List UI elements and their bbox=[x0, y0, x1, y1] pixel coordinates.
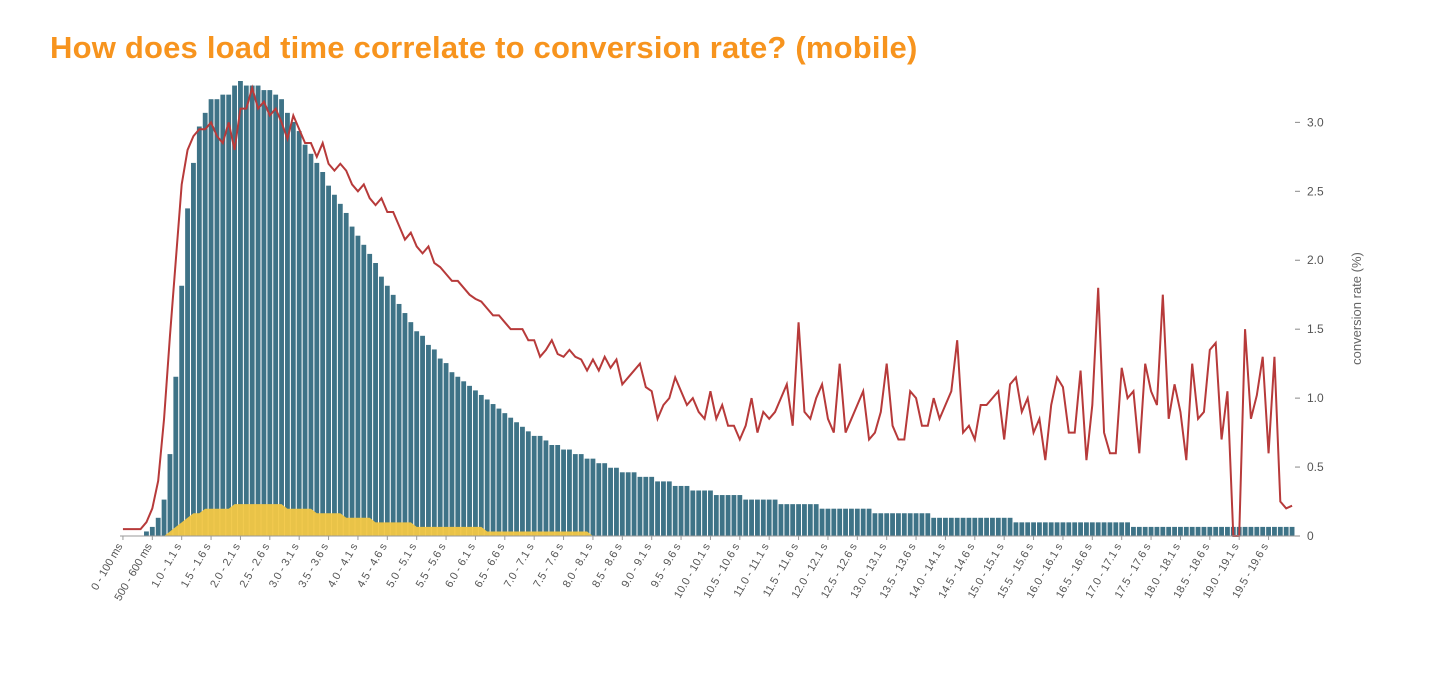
x-axis: 0 - 100 ms500 - 600 ms1.0 - 1.1 s1.5 - 1… bbox=[89, 536, 1271, 603]
y-axis-right-title: conversion rate (%) bbox=[1349, 252, 1364, 365]
y-tick-label: 2.0 bbox=[1307, 253, 1324, 267]
y-tick-label: 0 bbox=[1307, 529, 1314, 543]
y-tick-label: 1.0 bbox=[1307, 391, 1324, 405]
y-tick-label: 2.5 bbox=[1307, 184, 1324, 198]
area-orders bbox=[120, 504, 1295, 536]
chart-title: How does load time correlate to conversi… bbox=[50, 30, 1387, 66]
y-tick-label: 0.5 bbox=[1307, 460, 1324, 474]
y-tick-label: 1.5 bbox=[1307, 322, 1324, 336]
y-tick-label: 3.0 bbox=[1307, 115, 1324, 129]
bars-sessions bbox=[144, 81, 1294, 536]
y-axis-right: 0 0.5 1.0 1.5 2.0 2.5 3.0 bbox=[1295, 115, 1324, 543]
chart: 0 0.5 1.0 1.5 2.0 2.5 3.0 conversion rate (%) 0 … bbox=[75, 76, 1375, 636]
